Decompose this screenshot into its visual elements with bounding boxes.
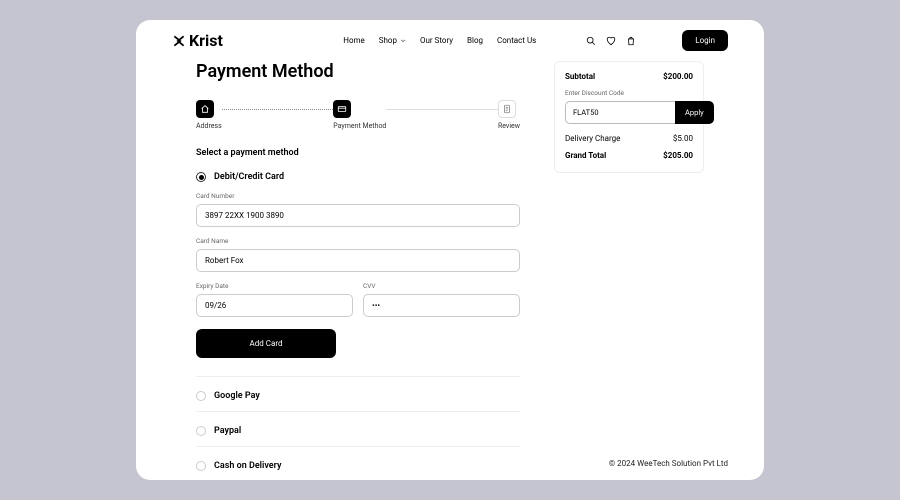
nav-blog[interactable]: Blog (467, 36, 483, 45)
document-icon (502, 104, 512, 114)
card-number-input[interactable] (196, 204, 520, 227)
apply-button[interactable]: Apply (675, 101, 714, 124)
grand-label: Grand Total (565, 151, 606, 160)
card-number-label: Card Number (196, 192, 520, 200)
nav-contact[interactable]: Contact Us (497, 36, 536, 45)
checkout-stepper: Address Payment Method Review (196, 100, 520, 130)
radio-icon[interactable] (196, 391, 206, 401)
grand-value: $205.00 (663, 151, 693, 160)
expiry-label: Expiry Date (196, 282, 353, 290)
cvv-label: CVV (363, 282, 520, 290)
step-connector (222, 109, 334, 110)
heart-icon[interactable] (606, 36, 616, 46)
login-button[interactable]: Login (682, 30, 728, 51)
method-gpay[interactable]: Google Pay (196, 391, 520, 401)
order-summary: Subtotal $200.00 Enter Discount Code App… (554, 61, 704, 173)
cvv-input[interactable] (363, 294, 520, 317)
delivery-label: Delivery Charge (565, 134, 620, 143)
subtotal-label: Subtotal (565, 72, 595, 81)
radio-icon[interactable] (196, 426, 206, 436)
subtotal-value: $200.00 (663, 72, 693, 81)
home-icon (200, 104, 210, 114)
search-icon[interactable] (586, 36, 596, 46)
nav-story[interactable]: Our Story (420, 36, 453, 45)
nav-home[interactable]: Home (343, 36, 365, 45)
page-title: Payment Method (196, 61, 520, 82)
divider (196, 376, 520, 377)
radio-icon[interactable] (196, 172, 206, 182)
method-card[interactable]: Debit/Credit Card (196, 172, 520, 182)
card-name-input[interactable] (196, 249, 520, 272)
expiry-input[interactable] (196, 294, 353, 317)
discount-input[interactable] (565, 101, 675, 124)
nav: Home Shop Our Story Blog Contact Us (343, 36, 536, 45)
card-icon (337, 104, 347, 114)
header-icons (586, 36, 636, 46)
step-address[interactable]: Address (196, 100, 222, 130)
method-paypal[interactable]: Paypal (196, 426, 520, 436)
delivery-value: $5.00 (673, 134, 693, 143)
select-method-label: Select a payment method (196, 148, 520, 158)
divider (196, 446, 520, 447)
step-payment[interactable]: Payment Method (333, 100, 386, 130)
header: Krist Home Shop Our Story Blog Contact U… (136, 20, 764, 61)
chevron-down-icon (400, 38, 406, 44)
method-cod[interactable]: Cash on Delivery (196, 461, 520, 471)
add-card-button[interactable]: Add Card (196, 329, 336, 358)
brand-name: Krist (189, 31, 223, 50)
divider (196, 411, 520, 412)
bag-icon[interactable] (626, 36, 636, 46)
step-connector (386, 109, 498, 110)
logo-icon (172, 34, 186, 48)
discount-label: Enter Discount Code (565, 89, 693, 97)
footer-copyright: © 2024 WeeTech Solution Pvt Ltd (609, 459, 728, 468)
brand-logo[interactable]: Krist (172, 31, 223, 50)
nav-shop[interactable]: Shop (379, 36, 406, 45)
radio-icon[interactable] (196, 461, 206, 471)
card-name-label: Card Name (196, 237, 520, 245)
step-review[interactable]: Review (498, 100, 520, 130)
